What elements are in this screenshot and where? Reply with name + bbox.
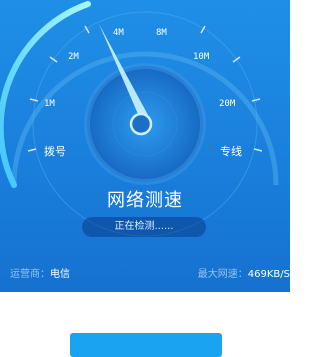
carrier-info: 运营商：电信	[10, 265, 70, 280]
carrier-label: 运营商：	[10, 269, 50, 280]
scale-label-10m: 10M	[193, 52, 210, 62]
carrier-value: 电信	[50, 269, 70, 280]
max-speed-value: 469KB/S	[247, 269, 290, 280]
scale-label-20m: 20M	[219, 99, 236, 109]
status-pill: 正在检测......	[82, 217, 206, 237]
scale-label-2m: 2M	[68, 52, 79, 62]
scale-label-1m: 1M	[44, 99, 55, 109]
scale-label-8m: 8M	[156, 28, 167, 38]
max-speed-info: 最大网速：469KB/S	[198, 265, 290, 280]
page-title: 网络测速	[107, 190, 183, 211]
speed-gauge: 4M 8M 2M 10M 1M 20M 拨号 专线	[0, 1, 279, 237]
scale-label-dialup: 拨号	[44, 144, 66, 158]
speed-test-panel: 4M 8M 2M 10M 1M 20M 拨号 专线 网络测速 正在检测.....…	[0, 0, 290, 292]
max-speed-label: 最大网速：	[197, 269, 248, 280]
info-footer: 运营商：电信 最大网速：469KB/S	[0, 262, 290, 282]
needle-hub	[129, 112, 153, 136]
scale-label-4m: 4M	[113, 28, 124, 38]
start-test-button[interactable]	[70, 333, 222, 357]
scale-label-dedicated: 专线	[220, 144, 242, 158]
